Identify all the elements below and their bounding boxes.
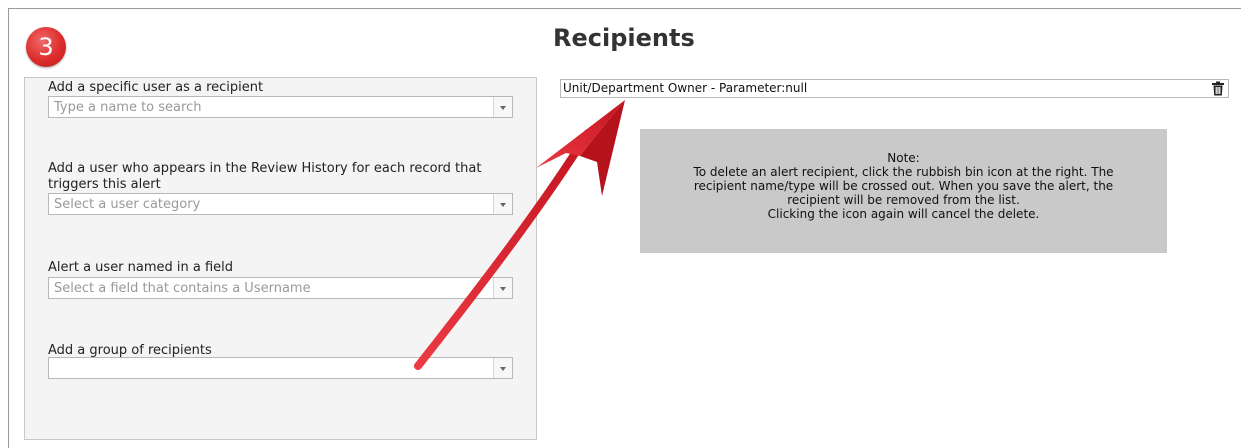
field-user-placeholder: Select a field that contains a Username: [54, 281, 311, 296]
review-history-user-label: Add a user who appears in the Review His…: [48, 161, 482, 192]
chevron-down-icon[interactable]: [493, 358, 512, 378]
group-recipients-select[interactable]: [48, 357, 513, 379]
delete-note-text: Note: To delete an alert recipient, clic…: [693, 151, 1114, 221]
specific-user-combobox[interactable]: Type a name to search: [48, 96, 513, 118]
field-user-select[interactable]: Select a field that contains a Username: [48, 277, 513, 299]
review-history-user-select[interactable]: Select a user category: [48, 193, 513, 215]
specific-user-placeholder: Type a name to search: [54, 100, 202, 115]
recipient-options-panel: [24, 77, 537, 440]
chevron-down-icon[interactable]: [493, 278, 512, 298]
chevron-down-icon[interactable]: [493, 97, 512, 117]
delete-note-box: Note: To delete an alert recipient, clic…: [640, 129, 1167, 253]
trash-icon[interactable]: [1211, 81, 1225, 96]
step-number-badge: 3: [26, 27, 66, 67]
recipient-list-item: Unit/Department Owner - Parameter:null: [560, 79, 1229, 98]
field-user-label: Alert a user named in a field: [48, 260, 234, 275]
specific-user-label: Add a specific user as a recipient: [48, 80, 264, 95]
review-history-user-placeholder: Select a user category: [54, 197, 201, 212]
page-title: Recipients: [553, 24, 695, 52]
recipient-name: Unit/Department Owner - Parameter:null: [563, 81, 808, 95]
chevron-down-icon[interactable]: [493, 194, 512, 214]
